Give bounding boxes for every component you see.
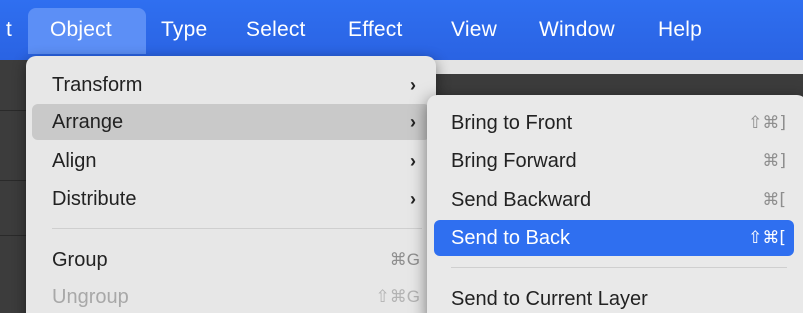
menu-bar-item-view[interactable]: View xyxy=(451,0,497,60)
chevron-right-icon: › xyxy=(410,75,416,95)
shortcut-label: ⇧⌘G xyxy=(375,287,420,306)
menu-item-ungroup: Ungroup ⇧⌘G xyxy=(32,279,430,313)
chevron-right-icon: › xyxy=(410,151,416,171)
menu-item-bring-forward[interactable]: Bring Forward ⌘] xyxy=(434,143,794,179)
menu-separator xyxy=(52,228,422,229)
menu-item-bring-to-front[interactable]: Bring to Front ⇧⌘] xyxy=(434,105,794,141)
menu-bar-item-select[interactable]: Select xyxy=(246,0,306,60)
menu-item-distribute[interactable]: Distribute › xyxy=(32,181,430,217)
menu-bar-item-partial[interactable]: t xyxy=(6,0,12,60)
screen: t Object Type Select Effect View Window … xyxy=(0,0,803,313)
menu-item-send-backward[interactable]: Send Backward ⌘[ xyxy=(434,182,794,218)
app-panel-strip xyxy=(430,60,803,74)
menu-bar-item-help[interactable]: Help xyxy=(658,0,702,60)
chevron-right-icon: › xyxy=(410,112,416,132)
shortcut-label: ⌘[ xyxy=(762,190,786,210)
shortcut-label: ⇧⌘[ xyxy=(748,228,786,248)
menu-bar-item-type[interactable]: Type xyxy=(161,0,207,60)
menu-item-label: Align xyxy=(52,150,97,172)
chevron-right-icon: › xyxy=(410,189,416,209)
menu-bar: t Object Type Select Effect View Window … xyxy=(0,0,803,60)
menu-item-send-to-back[interactable]: Send to Back ⇧⌘[ xyxy=(434,220,794,256)
menu-item-label: Transform xyxy=(52,74,143,96)
menu-item-label: Bring to Front xyxy=(451,112,573,134)
menu-item-align[interactable]: Align › xyxy=(32,143,430,179)
object-menu: Transform › Arrange › Align › Distribute… xyxy=(26,56,436,313)
menu-bar-item-effect[interactable]: Effect xyxy=(348,0,403,60)
menu-item-arrange[interactable]: Arrange › xyxy=(32,104,430,140)
shortcut-label: ⌘] xyxy=(762,151,786,171)
shortcut-label: ⇧⌘] xyxy=(748,113,786,133)
menu-item-label: Send to Current Layer xyxy=(451,288,648,310)
menu-bar-item-object[interactable]: Object xyxy=(50,0,112,60)
menu-item-transform[interactable]: Transform › xyxy=(32,67,430,103)
arrange-submenu: Bring to Front ⇧⌘] Bring Forward ⌘] Send… xyxy=(427,95,803,313)
menu-item-label: Distribute xyxy=(52,188,137,210)
menu-bar-item-window[interactable]: Window xyxy=(539,0,615,60)
shortcut-label: ⌘G xyxy=(389,250,420,269)
menu-item-label: Arrange xyxy=(52,111,124,133)
menu-item-label: Bring Forward xyxy=(451,150,577,172)
menu-item-group[interactable]: Group ⌘G xyxy=(32,242,430,278)
menu-item-label: Group xyxy=(52,249,108,271)
menu-item-label: Send to Back xyxy=(451,227,570,249)
menu-separator xyxy=(451,267,787,268)
menu-item-label: Ungroup xyxy=(52,286,129,308)
menu-item-label: Send Backward xyxy=(451,189,592,211)
menu-item-send-to-current-layer[interactable]: Send to Current Layer xyxy=(434,281,794,313)
